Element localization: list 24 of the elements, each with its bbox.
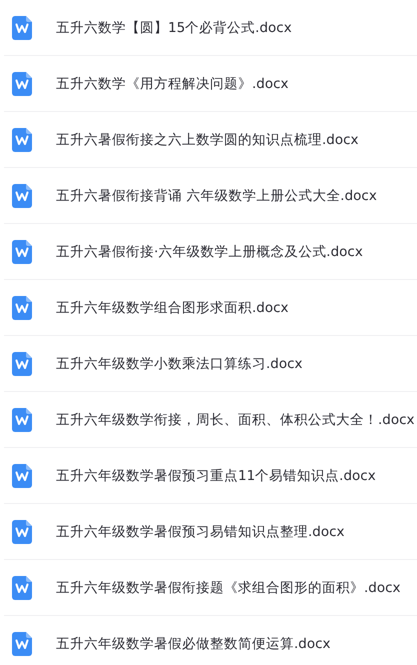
- file-item[interactable]: 五升六年级数学暑假衔接题《求组合图形的面积》.docx: [4, 560, 417, 616]
- document-icon: [12, 632, 32, 656]
- file-item[interactable]: 五升六暑假衔接背诵 六年级数学上册公式大全.docx: [4, 168, 417, 224]
- file-item[interactable]: 五升六年级数学暑假预习易错知识点整理.docx: [4, 504, 417, 560]
- document-icon: [12, 240, 32, 264]
- document-icon: [12, 16, 32, 40]
- document-icon: [12, 520, 32, 544]
- document-icon: [12, 296, 32, 320]
- document-icon: [12, 464, 32, 488]
- file-item[interactable]: 五升六年级数学衔接，周长、面积、体积公式大全！.docx: [4, 392, 417, 448]
- file-item[interactable]: 五升六年级数学组合图形求面积.docx: [4, 280, 417, 336]
- file-item[interactable]: 五升六暑假衔接之六上数学圆的知识点梳理.docx: [4, 112, 417, 168]
- file-item[interactable]: 五升六年级数学暑假预习重点11个易错知识点.docx: [4, 448, 417, 504]
- file-item[interactable]: 五升六数学【圆】15个必背公式.docx: [4, 0, 417, 56]
- document-icon: [12, 184, 32, 208]
- document-icon: [12, 72, 32, 96]
- document-icon: [12, 408, 32, 432]
- file-item[interactable]: 五升六暑假衔接·六年级数学上册概念及公式.docx: [4, 224, 417, 280]
- file-item[interactable]: 五升六数学《用方程解决问题》.docx: [4, 56, 417, 112]
- document-icon: [12, 576, 32, 600]
- file-item[interactable]: 五升六年级数学小数乘法口算练习.docx: [4, 336, 417, 392]
- document-icon: [12, 352, 32, 376]
- document-icon: [12, 128, 32, 152]
- file-item[interactable]: 五升六年级数学暑假必做整数简便运算.docx: [4, 616, 417, 665]
